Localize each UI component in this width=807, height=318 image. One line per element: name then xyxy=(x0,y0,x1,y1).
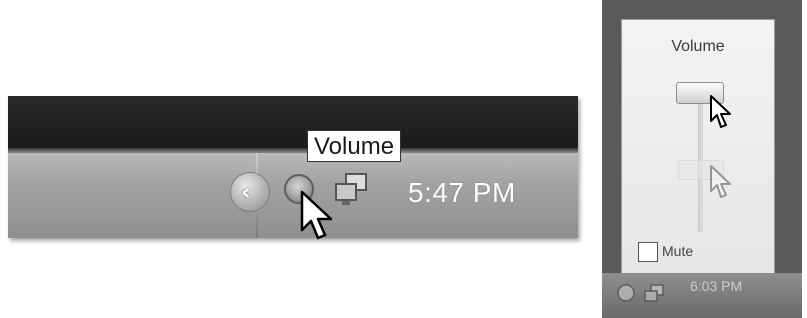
clock[interactable]: 5:47 PM xyxy=(408,177,516,209)
mouse-pointer-icon xyxy=(710,165,731,198)
window-area xyxy=(8,96,578,151)
volume-flyout: Volume Mute xyxy=(621,19,775,275)
volume-tooltip: Volume xyxy=(307,130,402,162)
mute-label[interactable]: Mute xyxy=(662,243,693,259)
volume-slider-track[interactable] xyxy=(698,82,703,232)
network-icon[interactable] xyxy=(332,170,372,210)
volume-flyout-panel: Volume Mute 6:03 PM xyxy=(602,0,802,318)
flyout-taskbar: 6:03 PM xyxy=(602,273,802,318)
show-hidden-icons-button[interactable]: ‹ xyxy=(230,172,270,212)
chevron-left-icon: ‹ xyxy=(241,178,251,206)
clock[interactable]: 6:03 PM xyxy=(690,278,742,294)
volume-icon[interactable] xyxy=(616,283,636,303)
mute-checkbox[interactable] xyxy=(638,242,658,262)
network-icon[interactable] xyxy=(642,283,666,305)
mouse-pointer-icon xyxy=(300,190,333,240)
mouse-pointer-icon xyxy=(710,95,731,128)
taskbar-panel xyxy=(8,96,578,238)
flyout-title: Volume xyxy=(671,38,725,55)
